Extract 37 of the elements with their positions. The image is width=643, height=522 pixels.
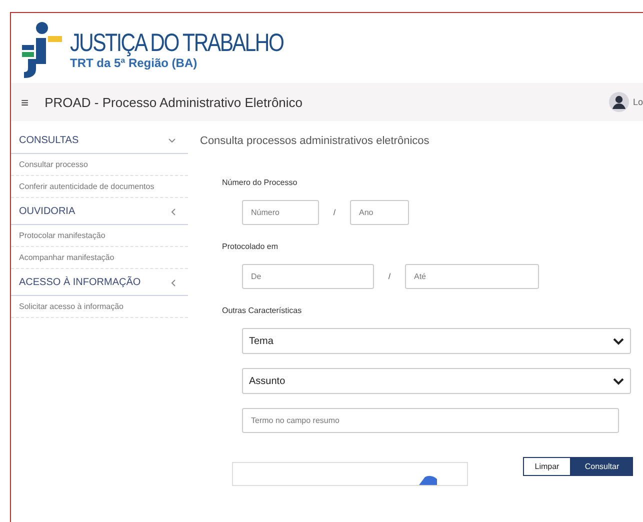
sidebar-item[interactable]: Consultar processo bbox=[11, 154, 188, 176]
dropdown[interactable]: Tema bbox=[242, 328, 631, 354]
clear-button[interactable]: Limpar bbox=[523, 457, 571, 476]
sidebar-item[interactable]: Conferir autenticidade de documentos bbox=[11, 176, 188, 198]
login-link[interactable]: Lo bbox=[632, 97, 643, 107]
input-field[interactable]: Até bbox=[405, 264, 539, 289]
input-field[interactable]: De bbox=[242, 264, 374, 289]
sidebar-section[interactable]: OUVIDORIA bbox=[11, 198, 188, 225]
sidebar-section[interactable]: ACESSO À INFORMAÇÃO bbox=[11, 269, 188, 296]
captcha-logo-icon bbox=[417, 475, 439, 485]
separator: / bbox=[387, 272, 392, 281]
field-label: Outras Características bbox=[222, 306, 303, 315]
section-label: OUVIDORIA bbox=[19, 206, 76, 217]
input-field[interactable]: Número bbox=[242, 200, 319, 225]
user-avatar-icon bbox=[608, 92, 629, 112]
dropdown[interactable]: Assunto bbox=[242, 368, 631, 394]
logo-icon bbox=[20, 21, 64, 79]
input-field[interactable]: Ano bbox=[350, 200, 409, 225]
app-title: PROAD - Processo Administrativo Eletrônico bbox=[44, 94, 304, 110]
sidebar-section[interactable]: CONSULTAS bbox=[11, 127, 188, 154]
captcha-box[interactable] bbox=[232, 462, 468, 486]
sidebar-item[interactable]: Solicitar acesso à informação bbox=[11, 296, 188, 318]
chevron-down-icon bbox=[613, 378, 624, 384]
menu-icon[interactable]: ≡ bbox=[11, 94, 45, 110]
section-label: CONSULTAS bbox=[19, 135, 79, 146]
page-title: Consulta processos administrativos eletrônicos bbox=[200, 135, 430, 147]
input-field[interactable]: Termo no campo resumo bbox=[242, 408, 619, 433]
field-label: Número do Processo bbox=[222, 178, 298, 187]
sidebar-item[interactable]: Protocolar manifestação bbox=[11, 225, 188, 247]
field-label: Protocolado em bbox=[222, 242, 280, 251]
brand-title: JUSTIÇA DO TRABALHO bbox=[70, 30, 284, 56]
section-label: ACESSO À INFORMAÇÃO bbox=[19, 277, 141, 288]
sidebar-item[interactable]: Acompanhar manifestação bbox=[11, 247, 188, 269]
separator: / bbox=[332, 208, 337, 217]
brand-subtitle: TRT da 5ª Região (BA) bbox=[70, 56, 198, 70]
submit-button[interactable]: Consultar bbox=[571, 457, 633, 476]
chevron-down-icon bbox=[613, 338, 624, 344]
